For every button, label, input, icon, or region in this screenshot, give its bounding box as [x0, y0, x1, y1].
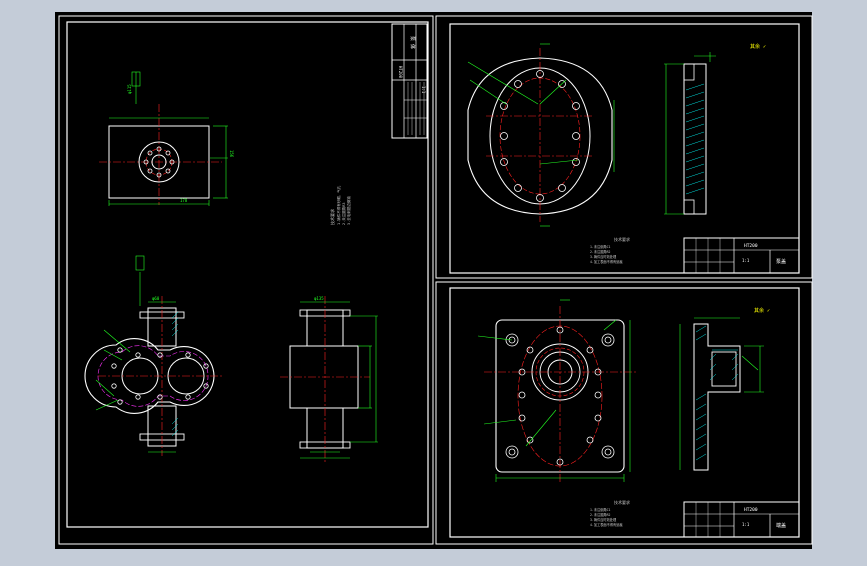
drawing-group: φ115: [127, 84, 132, 94]
left-title-material: HT200: [398, 66, 403, 79]
dim-pcd: φ115: [127, 84, 132, 94]
drawing-text: 1.未注倒角C1: [590, 244, 611, 249]
drawing-text: 技术要求: [614, 236, 630, 242]
drawing-text: 技术要求: [614, 499, 630, 505]
drawing-text: 3.铸件应时效处理: [590, 517, 617, 522]
br-scale: 1:1: [742, 522, 750, 527]
left-title-name: 泵 体: [409, 36, 416, 49]
tr-part-name: 泵盖: [776, 258, 786, 265]
cad-application-window: 泵 体 HT200 1:1 178 156 φ115 技术要求 1.铸件不得有砂…: [0, 0, 867, 562]
br-material: HT200: [744, 507, 758, 513]
drawing-text: 2.未注圆角R2: [590, 249, 611, 254]
tr-scale: 1:1: [742, 258, 750, 263]
drawing-text: 3.铸件应时效处理: [590, 254, 617, 259]
drawing-text: 技术要求: [329, 209, 335, 225]
dim-width-b: 178: [180, 198, 188, 203]
br-part-name: 端盖: [776, 522, 786, 529]
drawing-text: 1.未注倒角C1: [590, 507, 611, 512]
left-title-text: 泵 体: [409, 36, 416, 49]
drawing-text: 3.去毛刺锐边倒钝: [346, 196, 351, 225]
drawing-text: 4.加工表面不得有划痕: [590, 259, 623, 264]
drawing-text: 2.未注圆角R3: [341, 203, 346, 225]
dim-height-a: 156: [229, 150, 234, 158]
tr-check-mark: 其余 ✓: [750, 43, 766, 50]
drawing-group: 1:1: [421, 86, 426, 94]
drawing-group: HT200: [398, 66, 403, 79]
drawing-text: 2.未注圆角R2: [590, 512, 611, 517]
dim-width-a: φ135: [314, 296, 324, 301]
left-title-scale: 1:1: [421, 86, 426, 94]
drawing-text: 1.铸件不得有砂眼、气孔: [336, 185, 341, 225]
dim-bore: φ60: [152, 296, 160, 301]
drawing-canvas[interactable]: 泵 体 HT200 1:1 178 156 φ115 技术要求 1.铸件不得有砂…: [0, 0, 867, 562]
tr-material: HT200: [744, 243, 758, 249]
drawing-text: 4.加工表面不得有划痕: [590, 522, 623, 527]
drawing-group: 156: [229, 150, 234, 158]
cad-drawing[interactable]: 泵 体 HT200 1:1 178 156 φ115 技术要求 1.铸件不得有砂…: [0, 0, 867, 562]
br-check-mark: 其余 ✓: [754, 307, 770, 314]
